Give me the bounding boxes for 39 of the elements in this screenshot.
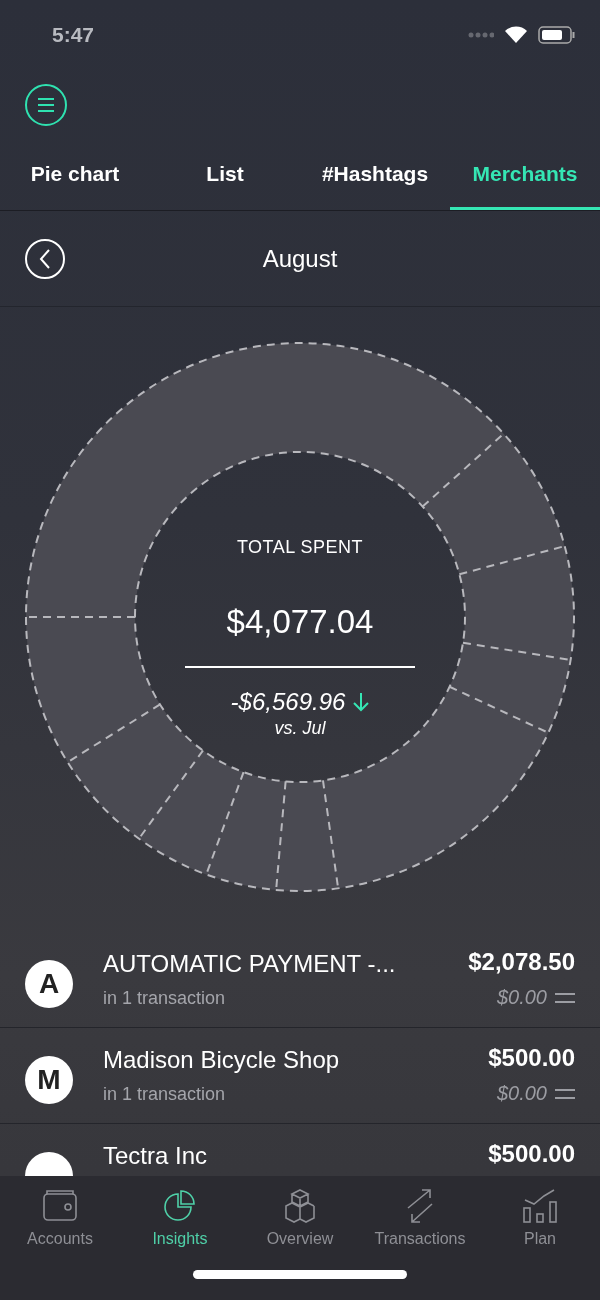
merchant-name: Madison Bicycle Shop	[103, 1046, 341, 1074]
tab[interactable]: Merchants	[450, 140, 600, 210]
equal-icon	[555, 992, 575, 1003]
merchant-change: $0.00	[496, 986, 547, 1009]
transaction-count: in 1 transaction	[103, 988, 227, 1009]
total-amount: $4,077.04	[226, 603, 374, 641]
menu-icon	[37, 98, 55, 112]
tab[interactable]: Pie chart	[0, 140, 150, 210]
equal-icon	[555, 1088, 575, 1099]
merchant-amount: $500.00	[488, 1044, 575, 1072]
nav-tab[interactable]: Transactions	[360, 1186, 480, 1248]
nav-tab[interactable]: Plan	[480, 1186, 600, 1248]
tab[interactable]: List	[150, 140, 300, 210]
month-title: August	[261, 244, 339, 273]
merchant-row[interactable]: M Madison Bicycle Shop in 1 transaction $500.00 $0.00	[0, 1028, 600, 1124]
transaction-count: in 1 transaction	[103, 1084, 227, 1105]
merchant-amount: $2,078.50	[468, 948, 575, 976]
chevron-left-icon	[39, 248, 51, 269]
bar-chart-icon	[520, 1186, 560, 1226]
merchant-row[interactable]: A AUTOMATIC PAYMENT -... in 1 transaction $2,078.50 $0.00	[0, 932, 600, 1028]
nav-tab[interactable]: Insights	[120, 1186, 240, 1248]
nav-tab[interactable]: Overview	[240, 1186, 360, 1248]
menu-button[interactable]	[25, 84, 67, 126]
merchant-avatar: M	[25, 1056, 73, 1104]
status-time: 5:47	[52, 23, 95, 47]
merchant-avatar: A	[25, 960, 73, 1008]
merchant-name: AUTOMATIC PAYMENT -...	[103, 950, 397, 978]
merchant-name: Tectra Inc	[103, 1142, 209, 1170]
comparison-label: vs. Jul	[274, 718, 326, 739]
battery-icon	[538, 26, 576, 44]
merchant-amount: $500.00	[488, 1140, 575, 1168]
nav-tab[interactable]: Accounts	[0, 1186, 120, 1248]
back-button[interactable]	[25, 238, 65, 279]
change-amount: -$6,569.96	[230, 688, 346, 716]
tab[interactable]: #Hashtags	[300, 140, 450, 210]
merchant-change: $0.00	[496, 1082, 547, 1105]
signal-icon	[468, 32, 494, 38]
total-label: TOTAL SPENT	[236, 537, 364, 558]
wifi-icon	[504, 26, 528, 44]
